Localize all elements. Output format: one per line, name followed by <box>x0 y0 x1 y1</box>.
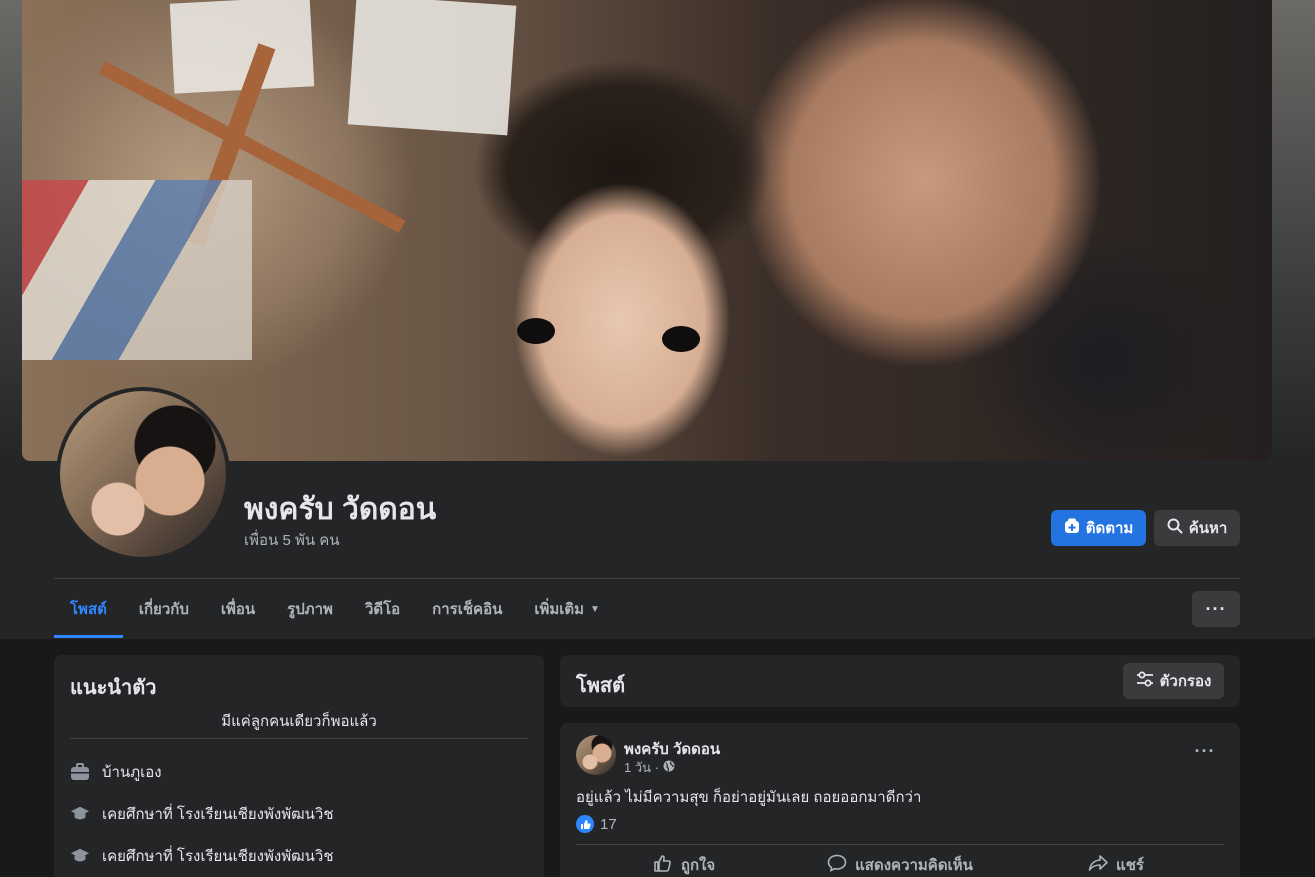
share-button[interactable]: แชร์ <box>1008 847 1224 877</box>
briefcase-icon <box>70 762 90 782</box>
post-author-avatar[interactable] <box>576 735 616 775</box>
follow-icon <box>1064 518 1080 538</box>
tab-label: วิดีโอ <box>364 601 401 618</box>
reactions-summary[interactable]: 17 <box>576 815 617 833</box>
tab-videos[interactable]: วิดีโอ <box>349 580 416 638</box>
like-button[interactable]: ถูกใจ <box>576 847 792 877</box>
follow-label: ติดตาม <box>1085 520 1134 537</box>
sliders-icon <box>1136 671 1154 691</box>
tab-label: โพสต์ <box>70 601 107 618</box>
baby-right-eye <box>662 326 700 352</box>
more-options-button[interactable]: ··· <box>1192 591 1240 627</box>
intro-bio: มีแค่ลูกคนเดียวก็พอแล้ว <box>221 713 377 730</box>
posts-title: โพสต์ <box>576 675 626 697</box>
search-label: ค้นหา <box>1188 520 1228 537</box>
post-timestamp[interactable]: 1 วัน · <box>624 757 659 778</box>
calendar-decoration <box>347 0 517 136</box>
filter-label: ตัวกรอง <box>1159 673 1212 690</box>
post-options-button[interactable]: ··· <box>1190 741 1220 765</box>
search-icon <box>1167 518 1183 538</box>
intro-item-text: เคยศึกษาที่ โรงเรียนเชียงพังพัฒนวิช <box>102 806 334 823</box>
like-label: ถูกใจ <box>680 857 716 874</box>
tab-posts[interactable]: โพสต์ <box>54 580 123 638</box>
globe-icon <box>663 760 675 775</box>
like-count: 17 <box>600 815 617 833</box>
profile-tabs: โพสต์ เกี่ยวกับ เพื่อน รูปภาพ วิดีโอ การ… <box>54 580 616 638</box>
baby-left-eye <box>517 318 555 344</box>
share-label: แชร์ <box>1116 857 1144 874</box>
tab-label: เพื่อน <box>220 601 256 618</box>
caret-down-icon: ▼ <box>590 603 600 615</box>
post-divider <box>576 844 1224 845</box>
friends-count-link[interactable]: เพื่อน 5 พัน คน <box>244 528 340 552</box>
search-profile-button[interactable]: ค้นหา <box>1154 510 1240 546</box>
tab-label: เพิ่มเติม <box>534 601 585 618</box>
graduation-cap-icon <box>70 846 90 866</box>
cover-photo[interactable] <box>22 0 1272 461</box>
intro-item-text: บ้านภูเอง <box>102 764 162 781</box>
profile-name: พงครับ วัดดอน <box>244 493 437 526</box>
tab-label: รูปภาพ <box>287 601 333 618</box>
thumbs-up-icon <box>653 854 673 876</box>
post-card: พงครับ วัดดอน 1 วัน · ··· อยู่แล้ว ไม่มี… <box>560 723 1240 877</box>
calendar-decoration <box>169 0 315 94</box>
comment-button[interactable]: แสดงความคิดเห็น <box>792 847 1008 877</box>
tab-label: เกี่ยวกับ <box>138 601 189 618</box>
intro-item-hometown: บ้านภูเอง <box>70 760 162 784</box>
comment-icon <box>827 854 847 876</box>
tab-checkins[interactable]: การเช็คอิน <box>416 580 518 638</box>
tab-friends[interactable]: เพื่อน <box>205 580 271 638</box>
intro-card: แนะนำตัว มีแค่ลูกคนเดียวก็พอแล้ว บ้านภูเ… <box>54 655 544 877</box>
like-reaction-icon <box>576 815 594 833</box>
tab-about[interactable]: เกี่ยวกับ <box>123 580 205 638</box>
intro-divider <box>70 738 528 739</box>
filter-button[interactable]: ตัวกรอง <box>1123 663 1224 699</box>
intro-item-education: เคยศึกษาที่ โรงเรียนเชียงพังพัฒนวิช <box>70 802 334 826</box>
share-icon <box>1088 854 1108 876</box>
posts-header-card: โพสต์ ตัวกรอง <box>560 655 1240 707</box>
intro-item-education: เคยศึกษาที่ โรงเรียนเชียงพังพัฒนวิช <box>70 844 334 868</box>
tab-photos[interactable]: รูปภาพ <box>271 580 349 638</box>
post-text: อยู่แล้ว ไม่มีความสุข ก็อย่าอยู่มันเลย ถ… <box>576 789 922 806</box>
intro-item-text: เคยศึกษาที่ โรงเรียนเชียงพังพัฒนวิช <box>102 848 334 865</box>
comment-label: แสดงความคิดเห็น <box>855 857 973 874</box>
profile-picture[interactable] <box>56 387 230 561</box>
hammock-cloth <box>22 180 252 360</box>
post-meta: 1 วัน · <box>624 757 675 778</box>
graduation-cap-icon <box>70 804 90 824</box>
header-divider <box>54 578 1240 579</box>
follow-button[interactable]: ติดตาม <box>1051 510 1146 546</box>
tab-more[interactable]: เพิ่มเติม ▼ <box>518 580 616 638</box>
post-actions: ถูกใจ แสดงความคิดเห็น แชร์ <box>576 847 1224 877</box>
intro-title: แนะนำตัว <box>70 677 157 699</box>
tab-label: การเช็คอิน <box>432 601 503 618</box>
